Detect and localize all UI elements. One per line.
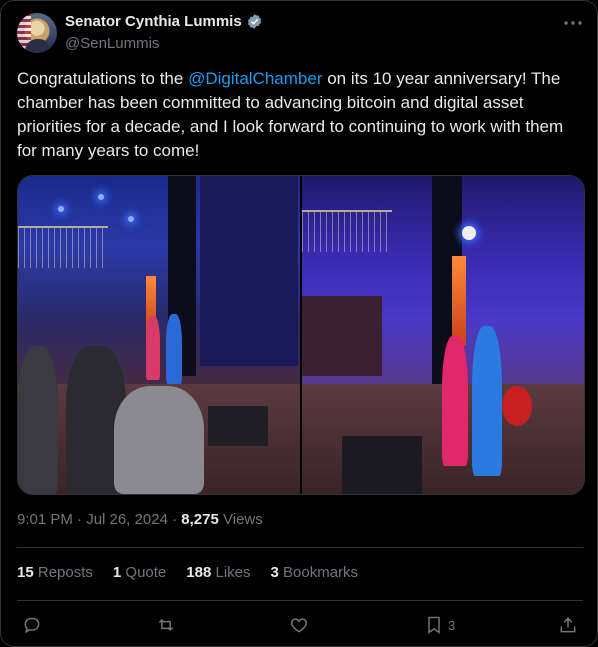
reposts-stat[interactable]: 15 Reposts xyxy=(17,564,93,581)
verified-badge-icon[interactable] xyxy=(246,13,263,30)
media-grid xyxy=(17,175,585,495)
bookmarks-count: 3 xyxy=(270,564,279,581)
bookmark-icon xyxy=(428,616,440,634)
repost-button[interactable] xyxy=(156,613,176,637)
tweet-time[interactable]: 9:01 PM xyxy=(17,511,73,528)
stage-monitor xyxy=(342,436,422,494)
views-label: Views xyxy=(218,511,263,528)
stage-light xyxy=(58,206,64,212)
bookmark-count: 3 xyxy=(448,617,456,633)
speaker-figure xyxy=(146,316,160,380)
divider xyxy=(17,600,583,601)
media-photo-2[interactable] xyxy=(302,176,584,494)
media-photo-1[interactable] xyxy=(18,176,300,494)
orange-light-panel xyxy=(452,256,466,346)
audience-figure xyxy=(18,346,58,494)
meta-separator: · xyxy=(167,511,182,528)
views-count: 8,275 xyxy=(181,511,219,528)
likes-stat[interactable]: 188 Likes xyxy=(186,564,250,581)
like-button[interactable] xyxy=(289,613,309,637)
more-icon[interactable] xyxy=(563,13,583,33)
author-name[interactable]: Senator Cynthia Lummis xyxy=(65,13,242,30)
speaker-figure xyxy=(442,336,468,466)
share-button[interactable] xyxy=(558,613,578,637)
share-icon xyxy=(560,617,576,633)
reposts-count: 15 xyxy=(17,564,34,581)
mention-link[interactable]: @DigitalChamber xyxy=(188,69,322,88)
bookmarks-stat[interactable]: 3 Bookmarks xyxy=(271,564,359,581)
repost-icon xyxy=(158,618,174,632)
balcony-railing xyxy=(18,226,108,268)
speaker-figure xyxy=(472,326,502,476)
avatar-body-decoration xyxy=(25,39,51,53)
venue-bar xyxy=(302,296,382,376)
author-name-row: Senator Cynthia Lummis xyxy=(65,13,263,30)
audience-figure xyxy=(114,386,204,494)
speaker-figure xyxy=(166,314,182,384)
tweet-timestamp-row: 9:01 PM · Jul 26, 2024 · 8,275 Views xyxy=(17,511,263,528)
tweet-card: Senator Cynthia Lummis @SenLummis Congra… xyxy=(0,0,598,647)
balcony-railing xyxy=(302,210,392,252)
bookmarks-label: Bookmarks xyxy=(283,564,359,581)
meta-separator: · xyxy=(72,511,87,528)
quotes-count: 1 xyxy=(112,564,122,581)
tweet-text: Congratulations to the @DigitalChamber o… xyxy=(17,67,583,163)
likes-label: Likes xyxy=(215,564,251,581)
quotes-label: Quote xyxy=(125,564,167,581)
stage-monitor xyxy=(208,406,268,446)
engagement-stats: 15 Reposts 1 Quote 188 Likes 3 Bookmarks xyxy=(17,564,358,581)
action-bar: 3 xyxy=(1,608,597,642)
stage-light xyxy=(128,216,134,222)
reply-icon xyxy=(24,617,40,634)
stage-light xyxy=(98,194,104,200)
divider xyxy=(17,547,583,548)
drum-kit xyxy=(502,386,532,426)
quotes-stat[interactable]: 1 Quote xyxy=(113,564,166,581)
tweet-date[interactable]: Jul 26, 2024 xyxy=(86,511,168,528)
reply-button[interactable] xyxy=(22,613,42,637)
like-icon xyxy=(290,618,308,633)
bookmark-button[interactable]: 3 xyxy=(424,613,455,637)
stage-light xyxy=(462,226,476,240)
author-handle[interactable]: @SenLummis xyxy=(65,35,159,52)
stage-backdrop xyxy=(200,176,298,366)
reposts-label: Reposts xyxy=(37,564,93,581)
likes-count: 188 xyxy=(186,564,212,581)
author-avatar[interactable] xyxy=(17,13,57,53)
tweet-text-before: Congratulations to the xyxy=(17,69,189,88)
